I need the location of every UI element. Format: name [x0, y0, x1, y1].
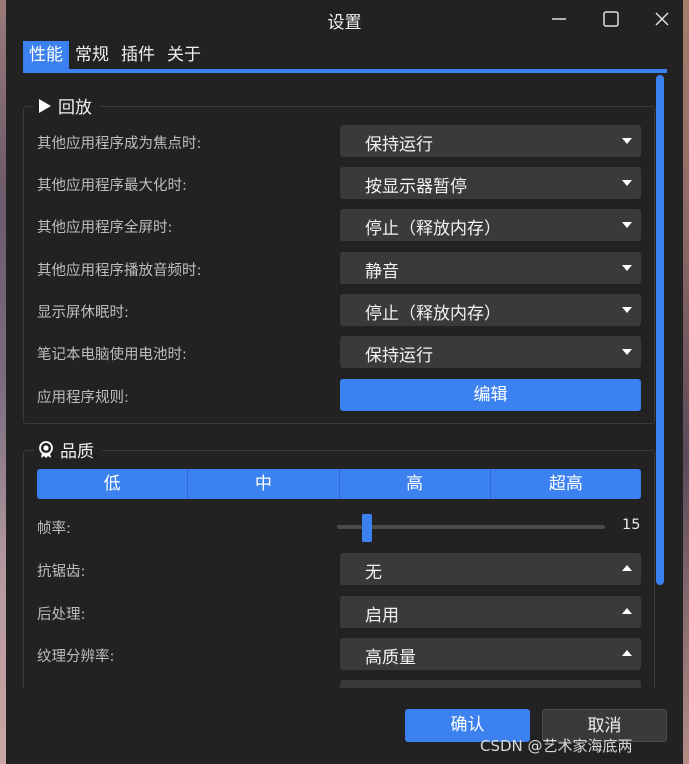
dropdown-value: 保持运行 [365, 135, 433, 155]
tab-underline [23, 69, 667, 73]
row-label: 后处理: [37, 607, 86, 623]
vertical-scrollbar[interactable] [656, 75, 664, 585]
row-label: 应用程序规则: [37, 390, 129, 406]
chevron-down-icon [622, 349, 632, 355]
preset-ultra-button[interactable]: 超高 [491, 469, 641, 499]
background-edge-right [683, 0, 689, 764]
quality-row-framerate: 帧率: 15 [24, 510, 656, 542]
framerate-slider-handle[interactable] [362, 514, 372, 542]
preset-low-button[interactable]: 低 [37, 469, 189, 499]
minimize-icon [552, 18, 566, 20]
chevron-down-icon [622, 265, 632, 271]
row-label: 其他应用程序全屏时: [37, 220, 173, 236]
chevron-down-icon [622, 180, 632, 186]
dropdown-value: 无 [365, 563, 382, 583]
row-label: 抗锯齿: [37, 564, 86, 580]
settings-window: 设置 性能 常规 插件 关于 回放 其他应用程序成为焦点时: 保持运行 其他应用… [6, 0, 683, 764]
row-label: 其他应用程序播放音频时: [37, 263, 202, 279]
quality-preset-selector: 低 中 高 超高 [37, 469, 641, 499]
dropdown-value: 启用 [365, 606, 399, 626]
quality-row-antialiasing: 抗锯齿: 无 [24, 553, 656, 585]
quality-row-texture: 纹理分辨率: 高质量 [24, 638, 656, 670]
playback-group: 回放 其他应用程序成为焦点时: 保持运行 其他应用程序最大化时: 按显示器暂停 … [23, 93, 656, 424]
playback-row-rules: 应用程序规则: 编辑 [24, 379, 656, 411]
dropdown-value: 停止（释放内存） [365, 304, 501, 324]
focus-dropdown[interactable]: 保持运行 [340, 125, 641, 157]
framerate-value: 15 [622, 517, 641, 533]
row-label: 其他应用程序最大化时: [37, 178, 187, 194]
quality-group: 品质 低 中 高 超高 帧率: 15 抗锯齿: 无 后处理: 启用 纹理分辨率:… [23, 437, 656, 688]
postprocessing-dropdown[interactable]: 启用 [340, 596, 641, 628]
framerate-slider-track[interactable] [337, 525, 605, 529]
partial-dropdown[interactable] [340, 680, 641, 688]
texture-resolution-dropdown[interactable]: 高质量 [340, 638, 641, 670]
playback-row-display-sleep: 显示屏休眠时: 停止（释放内存） [24, 294, 656, 326]
chevron-down-icon [622, 307, 632, 313]
close-icon [655, 12, 669, 26]
tab-about[interactable]: 关于 [161, 41, 207, 70]
tab-general[interactable]: 常规 [69, 41, 115, 70]
dropdown-value: 停止（释放内存） [365, 219, 501, 239]
tab-performance[interactable]: 性能 [23, 41, 69, 70]
maximize-icon [603, 11, 619, 27]
chevron-down-icon [622, 222, 632, 228]
playback-row-fullscreen: 其他应用程序全屏时: 停止（释放内存） [24, 209, 656, 241]
play-icon [39, 98, 51, 113]
quality-group-title: 品质 [34, 437, 102, 462]
fullscreen-dropdown[interactable]: 停止（释放内存） [340, 209, 641, 241]
dropdown-value: 按显示器暂停 [365, 177, 467, 197]
quality-title-label: 品质 [60, 442, 94, 462]
chevron-up-icon [622, 608, 632, 614]
row-label: 显示屏休眠时: [37, 305, 129, 321]
settings-scroll-area: 回放 其他应用程序成为焦点时: 保持运行 其他应用程序最大化时: 按显示器暂停 … [23, 78, 667, 688]
battery-dropdown[interactable]: 保持运行 [340, 336, 641, 368]
row-label: 纹理分辨率: [37, 649, 115, 665]
audio-dropdown[interactable]: 静音 [340, 252, 641, 284]
title-bar: 设置 [6, 0, 683, 38]
playback-row-battery: 笔记本电脑使用电池时: 保持运行 [24, 336, 656, 368]
quality-row-postprocessing: 后处理: 启用 [24, 596, 656, 628]
dropdown-value: 高质量 [365, 648, 416, 668]
tab-bar: 性能 常规 插件 关于 [23, 41, 207, 71]
award-icon [39, 440, 53, 458]
quality-row-partial [24, 680, 656, 688]
chevron-up-icon [622, 565, 632, 571]
playback-row-focus: 其他应用程序成为焦点时: 保持运行 [24, 125, 656, 157]
chevron-down-icon [622, 138, 632, 144]
close-button[interactable] [651, 8, 673, 30]
window-title: 设置 [327, 13, 362, 33]
preset-high-button[interactable]: 高 [340, 469, 491, 499]
dropdown-value: 保持运行 [365, 346, 433, 366]
dropdown-value: 静音 [365, 262, 399, 282]
watermark-text: CSDN @艺术家海底两 [480, 737, 633, 755]
tab-plugins[interactable]: 插件 [115, 41, 161, 70]
row-label: 笔记本电脑使用电池时: [37, 347, 187, 363]
antialiasing-dropdown[interactable]: 无 [340, 553, 641, 585]
chevron-up-icon [622, 650, 632, 656]
display-sleep-dropdown[interactable]: 停止（释放内存） [340, 294, 641, 326]
row-label: 其他应用程序成为焦点时: [37, 136, 202, 152]
preset-medium-button[interactable]: 中 [188, 469, 340, 499]
maximize-button[interactable] [600, 8, 622, 30]
playback-row-maximized: 其他应用程序最大化时: 按显示器暂停 [24, 167, 656, 199]
minimize-button[interactable] [548, 8, 570, 30]
playback-title-label: 回放 [58, 98, 92, 118]
playback-row-audio: 其他应用程序播放音频时: 静音 [24, 252, 656, 284]
playback-group-title: 回放 [34, 93, 100, 118]
maximized-dropdown[interactable]: 按显示器暂停 [340, 167, 641, 199]
row-label: 帧率: [37, 521, 71, 537]
edit-rules-button[interactable]: 编辑 [340, 379, 641, 411]
